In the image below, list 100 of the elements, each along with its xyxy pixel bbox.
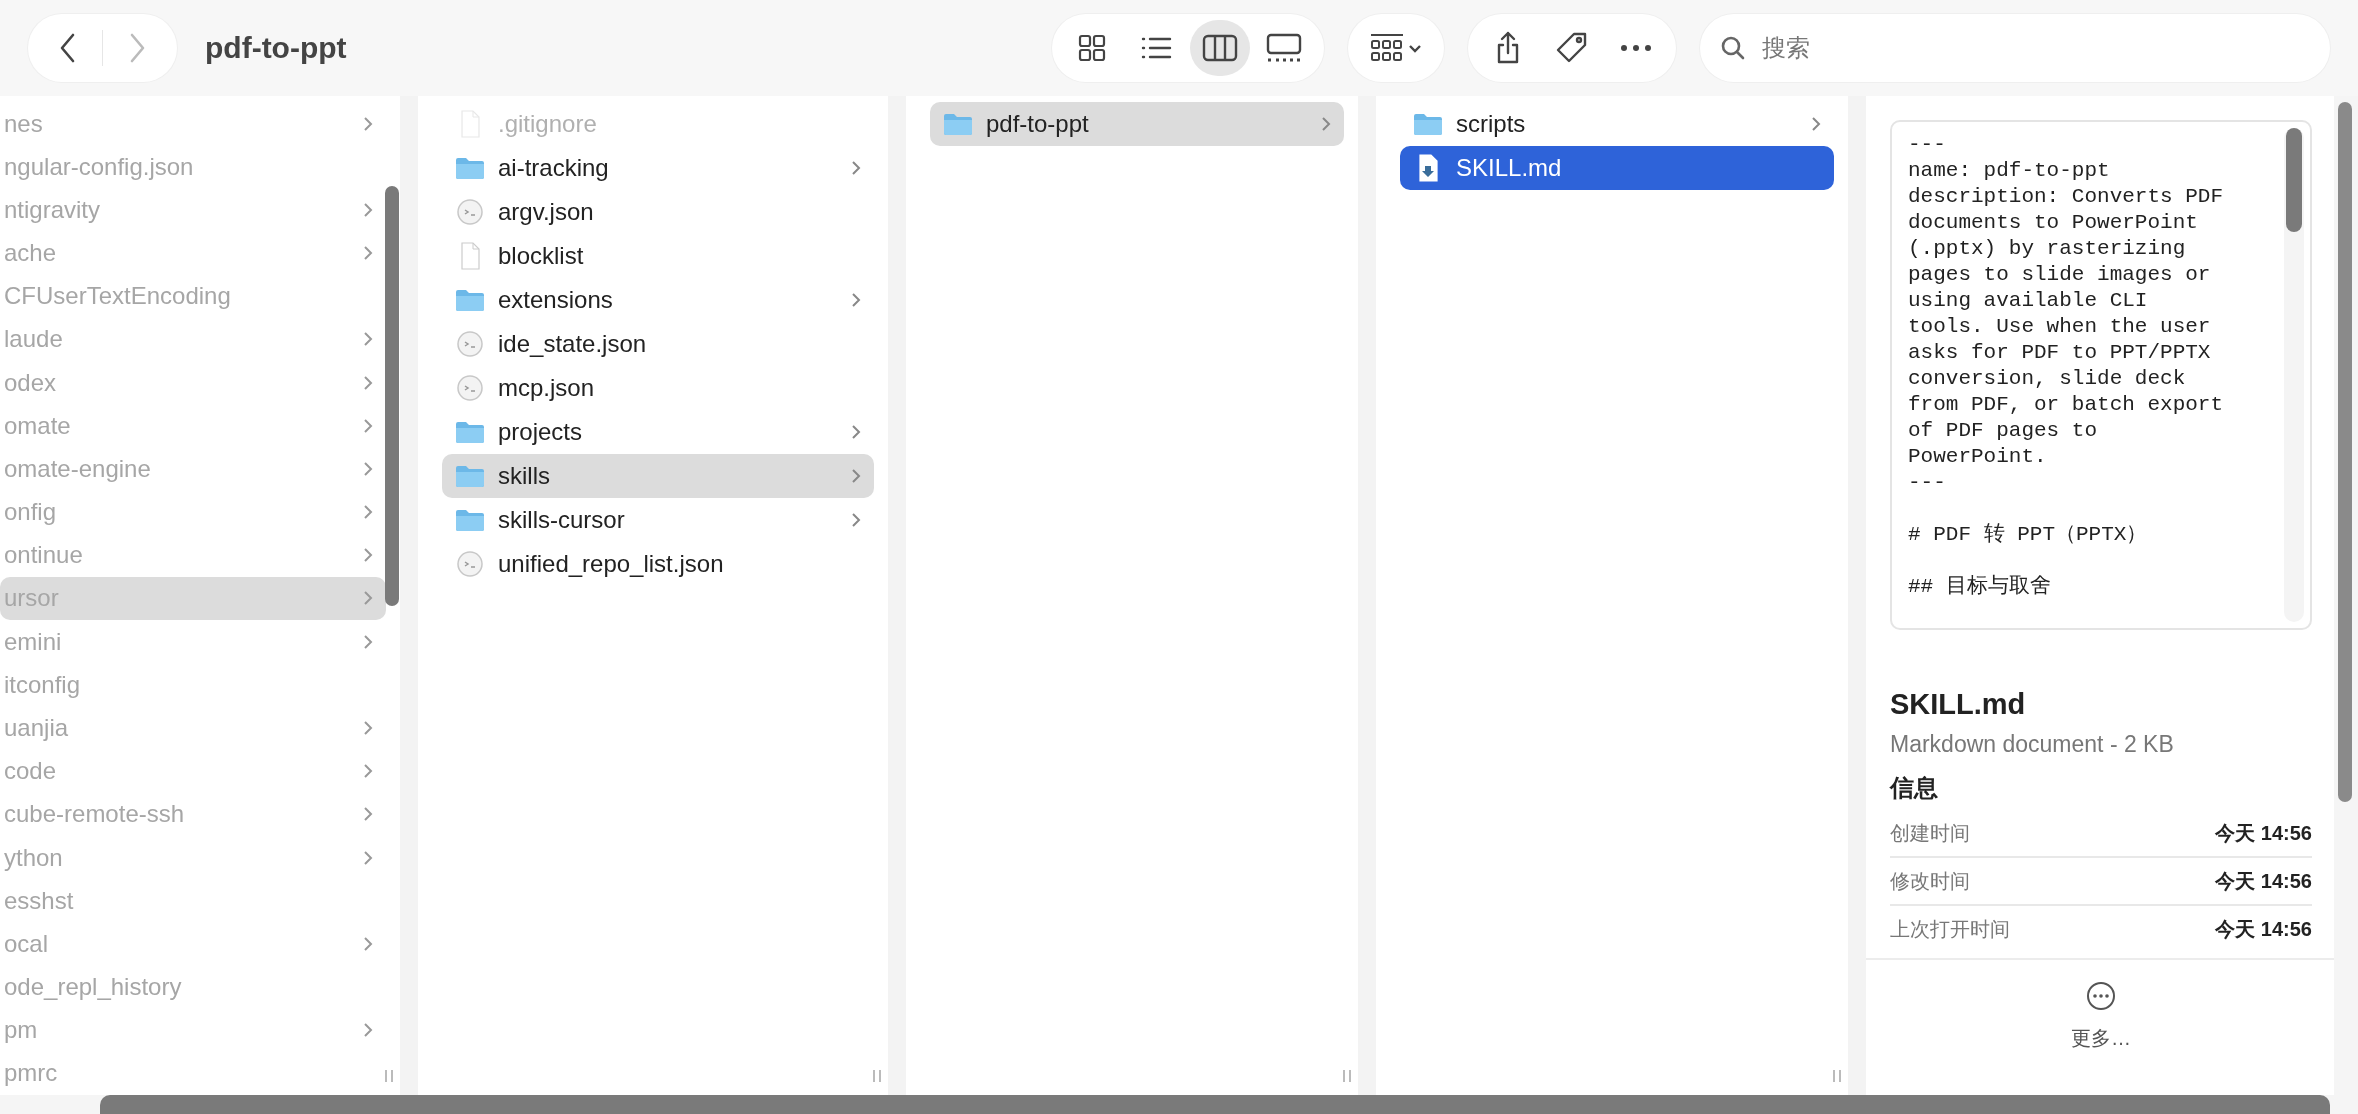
file-item[interactable]: scripts <box>1400 102 1834 146</box>
file-name: emini <box>4 627 63 656</box>
file-item[interactable]: laude <box>0 317 386 362</box>
file-name: onfig <box>4 498 58 527</box>
file-item[interactable]: ide_state.json <box>442 322 874 366</box>
file-item[interactable]: mcp.json <box>442 366 874 410</box>
chevron-right-icon <box>362 373 374 392</box>
scrollbar[interactable] <box>385 186 399 606</box>
file-item[interactable]: code <box>0 749 386 793</box>
info-value: 今天 14:56 <box>2215 820 2312 846</box>
info-label: 创建时间 <box>1890 820 1970 846</box>
column-resize-handle[interactable] <box>872 1069 882 1083</box>
file-name: odex <box>4 368 58 397</box>
scrollbar[interactable] <box>2286 128 2302 232</box>
chevron-right-icon <box>850 423 862 441</box>
chevron-right-icon <box>850 511 862 529</box>
file-name: ython <box>4 843 64 872</box>
file-item[interactable]: esshst <box>0 879 386 923</box>
column-resize-handle[interactable] <box>1342 1069 1352 1083</box>
json-file-icon <box>454 372 486 404</box>
file-item[interactable]: .gitignore <box>442 102 874 146</box>
file-item[interactable]: pdf-to-ppt <box>930 102 1344 146</box>
file-name: laude <box>4 325 64 354</box>
chevron-right-icon <box>362 719 374 737</box>
file-name: cube-remote-ssh <box>4 800 186 829</box>
column-resize-handle[interactable] <box>384 1069 394 1083</box>
chevron-right-icon <box>362 934 374 953</box>
file-item[interactable]: omate-engine <box>0 447 386 491</box>
file-item[interactable]: projects <box>442 410 874 454</box>
view-mode-button[interactable] <box>1190 20 1250 76</box>
file-item[interactable]: omate <box>0 404 386 448</box>
grid-view-icon <box>1076 32 1108 64</box>
file-item[interactable]: itconfig <box>0 663 386 707</box>
file-name: unified_repo_list.json <box>498 550 725 578</box>
file-name: scripts <box>1456 110 1527 138</box>
file-name: pdf-to-ppt <box>986 110 1090 138</box>
file-item[interactable]: unified_repo_list.json <box>442 542 874 586</box>
file-item[interactable]: uanjia <box>0 706 386 750</box>
file-item[interactable]: ntigravity <box>0 188 386 232</box>
file-item[interactable]: skills <box>442 454 874 498</box>
file-name: nes <box>4 109 44 138</box>
more-button[interactable]: 更多… <box>2065 980 2137 1053</box>
info-label: 上次打开时间 <box>1890 916 2010 942</box>
file-item[interactable]: ngular-config.json <box>0 145 386 189</box>
column-view-icon <box>1202 33 1238 63</box>
file-name: uanjia <box>4 714 70 742</box>
file-item[interactable]: pm <box>0 1008 386 1052</box>
file-name: blocklist <box>498 242 585 270</box>
file-item[interactable]: odex <box>0 361 386 405</box>
file-item[interactable]: SKILL.md <box>1400 146 1834 190</box>
file-name: ntigravity <box>4 195 102 224</box>
file-item[interactable]: cube-remote-ssh <box>0 792 386 836</box>
file-item[interactable]: ontinue <box>0 533 386 577</box>
file-item[interactable]: blocklist <box>442 234 874 278</box>
file-name: skills-cursor <box>498 506 626 534</box>
file-name: extensions <box>498 286 614 314</box>
scrollbar[interactable] <box>100 1095 2330 1114</box>
more-icon <box>1620 44 1652 52</box>
file-item[interactable]: nes <box>0 102 386 146</box>
chevron-right-icon <box>850 467 862 485</box>
chevron-right-icon <box>362 848 374 867</box>
file-item[interactable]: ai-tracking <box>442 146 874 190</box>
chevron-right-icon <box>362 632 374 651</box>
file-name: code <box>4 757 58 786</box>
file-item[interactable]: ocal <box>0 922 386 966</box>
chevron-right-icon <box>1810 115 1822 133</box>
file-title: SKILL.md <box>1890 688 2027 721</box>
chevron-right-icon <box>362 114 374 133</box>
file-item[interactable]: ode_repl_history <box>0 965 386 1009</box>
chevron-right-icon <box>362 416 374 435</box>
window-title: pdf-to-ppt <box>205 31 348 65</box>
search-field[interactable]: 搜索 <box>1700 14 2330 82</box>
file-item[interactable]: ython <box>0 835 386 880</box>
file-item[interactable]: extensions <box>442 278 874 322</box>
info-value: 今天 14:56 <box>2215 868 2312 894</box>
chevron-right-icon <box>1320 115 1332 133</box>
file-name: pm <box>4 1016 39 1045</box>
grouped-grid-icon <box>1368 32 1424 64</box>
file-name: mcp.json <box>498 374 596 402</box>
info-value: 今天 14:56 <box>2215 916 2312 942</box>
file-name: projects <box>498 418 584 446</box>
file-item[interactable]: onfig <box>0 490 386 534</box>
file-name: ngular-config.json <box>4 152 195 181</box>
file-name: pmrc <box>4 1059 59 1088</box>
file-name: itconfig <box>4 670 82 699</box>
file-item[interactable]: ache <box>0 231 386 275</box>
file-name: skills <box>498 462 551 490</box>
column-resize-handle[interactable] <box>1832 1069 1842 1083</box>
file-name: omate <box>4 411 72 440</box>
file-item[interactable]: skills-cursor <box>442 498 874 542</box>
file-item[interactable]: argv.json <box>442 190 874 234</box>
file-item[interactable]: pmrc <box>0 1051 386 1095</box>
file-name: ontinue <box>4 541 84 570</box>
more-icon <box>2086 981 2116 1011</box>
file-name: esshst <box>4 886 75 915</box>
scrollbar[interactable] <box>2338 102 2352 802</box>
file-item[interactable]: emini <box>0 620 386 664</box>
file-item[interactable]: CFUserTextEncoding <box>0 274 386 318</box>
chevron-right-icon <box>362 459 374 478</box>
chevron-right-icon <box>850 291 862 309</box>
